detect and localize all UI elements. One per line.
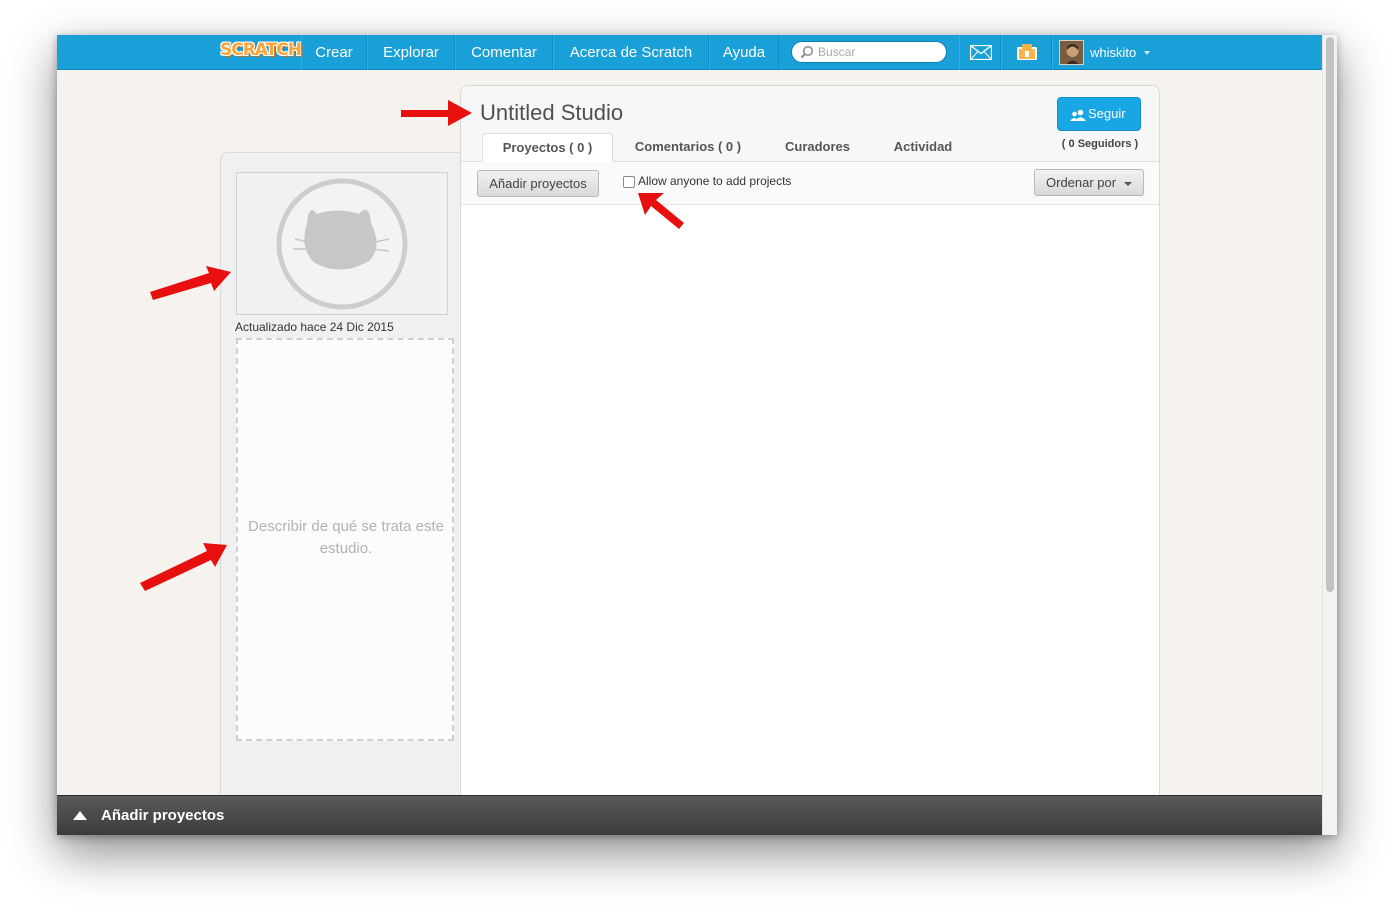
annotation-arrow-checkbox [638,193,684,229]
nav-ayuda[interactable]: Ayuda [709,35,779,70]
cat-placeholder-icon [276,178,408,310]
browser-window: SCRATCH Crear Explorar Comentar Acerca d… [57,35,1337,835]
nav-crear[interactable]: Crear [301,35,367,70]
add-projects-button[interactable]: Añadir proyectos [477,170,599,197]
avatar [1059,40,1084,65]
allow-anyone-checkbox[interactable] [623,176,635,188]
studio-title[interactable]: Untitled Studio [480,100,623,126]
folder-icon [1017,44,1037,60]
vertical-scrollbar[interactable] [1322,35,1337,835]
updated-date: Actualizado hace 24 Dic 2015 [235,320,394,334]
tab-actividad[interactable]: Actividad [879,133,967,163]
sort-dropdown[interactable]: Ordenar por [1034,169,1144,196]
studio-main-panel: Untitled Studio Seguir ( 0 Seguidors ) P… [460,85,1160,797]
followers-count: ( 0 Seguidors ) [1061,138,1139,150]
tab-curadores[interactable]: Curadores [766,133,869,163]
user-menu[interactable]: whiskito [1052,35,1158,70]
chevron-down-icon [1124,182,1132,186]
top-navbar: SCRATCH Crear Explorar Comentar Acerca d… [57,35,1322,70]
bottom-add-projects-bar[interactable]: Añadir proyectos [57,795,1322,835]
annotation-arrow-description [140,543,227,591]
tab-comentarios[interactable]: Comentarios ( 0 ) [623,133,753,163]
allow-anyone-label: Allow anyone to add projects [638,174,792,188]
studio-sidebar: Actualizado hace 24 Dic 2015 Describir d… [220,152,462,797]
search-box [791,41,947,63]
bottom-bar-label: Añadir proyectos [101,807,225,824]
search-icon[interactable] [800,45,814,59]
messages-button[interactable] [959,35,1001,70]
scrollbar-thumb[interactable] [1326,37,1334,592]
annotation-arrow-title [401,100,472,126]
annotation-arrow-thumbnail [150,266,231,300]
my-stuff-button[interactable] [1001,35,1052,70]
scratch-logo[interactable]: SCRATCH [220,40,302,65]
description-placeholder: Describir de qué se trata este estudio. [248,518,444,557]
follow-button[interactable]: Seguir [1057,97,1141,131]
username: whiskito [1090,45,1137,60]
search-input[interactable] [818,44,940,60]
users-icon [1070,109,1086,121]
nav-explorar[interactable]: Explorar [367,35,455,70]
studio-header: Untitled Studio Seguir ( 0 Seguidors ) P… [461,86,1159,163]
sort-label: Ordenar por [1046,175,1117,190]
studio-thumbnail[interactable] [236,172,448,315]
description-field[interactable]: Describir de qué se trata este estudio. [236,338,454,741]
triangle-up-icon [73,811,87,820]
chevron-down-icon [1144,51,1150,55]
nav-acerca-de-scratch[interactable]: Acerca de Scratch [553,35,709,70]
envelope-icon [970,45,992,60]
projects-toolbar: Añadir proyectos Allow anyone to add pro… [461,162,1159,205]
tab-proyectos[interactable]: Proyectos ( 0 ) [482,133,613,163]
follow-label: Seguir [1088,106,1126,121]
nav-comentar[interactable]: Comentar [455,35,553,70]
